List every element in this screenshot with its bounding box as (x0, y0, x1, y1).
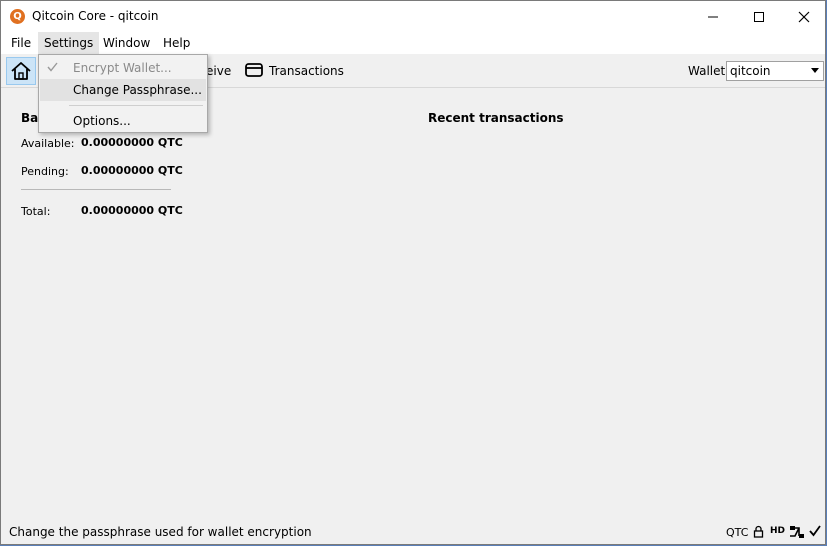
home-icon (11, 62, 31, 80)
network-icon[interactable] (789, 524, 805, 540)
menu-help[interactable]: Help (157, 32, 196, 54)
receive-button-label[interactable]: eive (206, 64, 231, 78)
recent-transactions-title: Recent transactions (428, 111, 564, 125)
close-button[interactable] (781, 1, 825, 32)
balance-divider (21, 189, 171, 190)
close-icon (798, 11, 810, 23)
hd-indicator: HD (770, 526, 786, 536)
maximize-button[interactable] (736, 1, 782, 32)
available-label: Available: (21, 137, 75, 150)
menu-bar: File Settings Window Help (1, 32, 825, 54)
lock-icon (753, 525, 764, 538)
menu-file[interactable]: File (5, 32, 37, 54)
transactions-card-icon (245, 63, 263, 77)
menu-window[interactable]: Window (97, 32, 156, 54)
title-bar[interactable]: Q Qitcoin Core - qitcoin (1, 1, 825, 32)
window-title: Qitcoin Core - qitcoin (32, 9, 159, 23)
status-message: Change the passphrase used for wallet en… (9, 525, 312, 539)
menu-item-change-passphrase[interactable]: Change Passphrase... (40, 79, 206, 101)
wallet-selected-value: qitcoin (730, 64, 771, 78)
pending-label: Pending: (21, 165, 69, 178)
minimize-icon (708, 16, 718, 18)
transactions-label: Transactions (269, 64, 344, 78)
maximize-icon (754, 12, 764, 22)
total-label: Total: (21, 205, 51, 218)
unit-selector[interactable]: QTC (726, 526, 748, 539)
menu-item-options[interactable]: Options... (40, 110, 206, 132)
menu-item-label: Change Passphrase... (73, 83, 202, 97)
chevron-down-icon (811, 68, 819, 73)
checkmark-icon (47, 62, 58, 72)
wallet-label: Wallet: (688, 64, 730, 78)
menu-separator (69, 105, 203, 106)
menu-item-label: Options... (73, 114, 131, 128)
status-bar: Change the passphrase used for wallet en… (1, 520, 825, 544)
pending-value: 0.00000000 QTC (81, 164, 183, 177)
minimize-button[interactable] (690, 1, 736, 32)
qitcoin-logo-icon: Q (10, 9, 25, 24)
main-window: Q Qitcoin Core - qitcoin File Settings W… (0, 0, 826, 545)
menu-item-label: Encrypt Wallet... (73, 61, 172, 75)
sync-check-icon (809, 525, 821, 537)
overview-button[interactable] (6, 57, 36, 85)
wallet-select[interactable]: qitcoin (726, 61, 824, 81)
settings-dropdown-menu: Encrypt Wallet... Change Passphrase... O… (38, 54, 208, 133)
overview-page: Bal Available: 0.00000000 QTC Pending: 0… (1, 88, 825, 520)
total-value: 0.00000000 QTC (81, 204, 183, 217)
menu-settings[interactable]: Settings (38, 32, 100, 54)
menu-item-encrypt-wallet[interactable]: Encrypt Wallet... (40, 57, 206, 79)
available-value: 0.00000000 QTC (81, 136, 183, 149)
